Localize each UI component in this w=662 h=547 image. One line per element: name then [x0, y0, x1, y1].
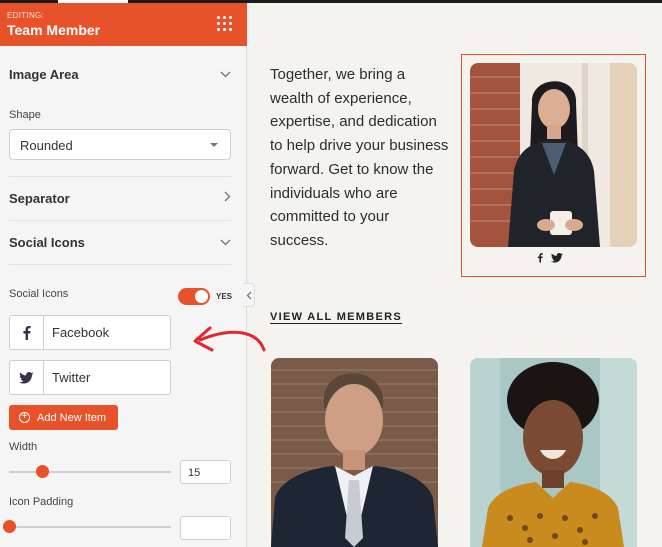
team-member-photo	[271, 358, 438, 547]
facebook-icon[interactable]	[10, 316, 44, 349]
plus-circle-icon: +	[19, 412, 30, 423]
team-intro-text: Together, we bring a wealth of experienc…	[270, 66, 449, 249]
twitter-name-field[interactable]: Twitter	[44, 361, 170, 394]
section-separator[interactable]: Separator	[9, 187, 231, 209]
twitter-icon[interactable]	[551, 252, 563, 263]
block-title: Team Member	[7, 22, 101, 38]
shape-select-value: Rounded	[20, 138, 73, 153]
member-social-links	[537, 252, 563, 263]
twitter-icon[interactable]	[10, 361, 44, 394]
chevron-down-icon	[220, 235, 231, 249]
icon-padding-slider-thumb[interactable]	[3, 520, 16, 533]
section-image-area[interactable]: Image Area	[9, 63, 231, 85]
add-new-item-button[interactable]: + Add New Item	[9, 405, 118, 430]
icon-padding-slider-track[interactable]	[9, 526, 171, 528]
add-new-item-label: Add New Item	[37, 411, 107, 424]
facebook-icon[interactable]	[537, 252, 543, 263]
social-item-twitter[interactable]: Twitter	[9, 360, 171, 395]
divider	[9, 220, 231, 221]
social-item-facebook[interactable]: Facebook	[9, 315, 171, 350]
width-label: Width	[9, 441, 38, 453]
editing-label: EDITING:	[7, 11, 45, 20]
settings-sidebar: EDITING: Team Member Image Area Shape Ro…	[0, 3, 247, 547]
chevron-left-icon	[246, 291, 251, 299]
chevron-down-icon	[220, 67, 231, 81]
grid-menu-icon[interactable]	[217, 16, 234, 33]
facebook-name-field[interactable]: Facebook	[44, 316, 170, 349]
section-social-icons[interactable]: Social Icons	[9, 231, 231, 253]
view-all-members-link[interactable]: VIEW ALL MEMBERS	[270, 311, 402, 323]
collapse-sidebar-button[interactable]	[243, 283, 255, 307]
toggle-state-text: YES	[216, 292, 233, 301]
sidebar-header: EDITING: Team Member	[0, 3, 247, 46]
divider	[9, 176, 231, 177]
social-icons-toggle[interactable]	[178, 288, 210, 305]
toggle-knob	[195, 290, 208, 303]
social-icons-toggle-label: Social Icons	[9, 288, 69, 300]
shape-select[interactable]: Rounded	[9, 129, 231, 160]
width-value-input[interactable]: 15	[180, 460, 231, 484]
section-image-area-label: Image Area	[9, 66, 79, 82]
divider	[9, 264, 231, 265]
section-separator-label: Separator	[9, 190, 70, 206]
caret-down-icon	[210, 143, 218, 147]
shape-label: Shape	[9, 109, 41, 121]
width-slider-thumb[interactable]	[36, 465, 49, 478]
team-member-photo	[470, 63, 637, 247]
chevron-right-icon	[224, 191, 231, 205]
section-social-icons-label: Social Icons	[9, 234, 85, 250]
annotation-arrow-icon	[193, 326, 266, 352]
width-slider-track[interactable]	[9, 471, 171, 473]
team-member-photo	[470, 358, 637, 547]
icon-padding-value-input[interactable]	[180, 516, 231, 540]
icon-padding-label: Icon Padding	[9, 496, 74, 508]
